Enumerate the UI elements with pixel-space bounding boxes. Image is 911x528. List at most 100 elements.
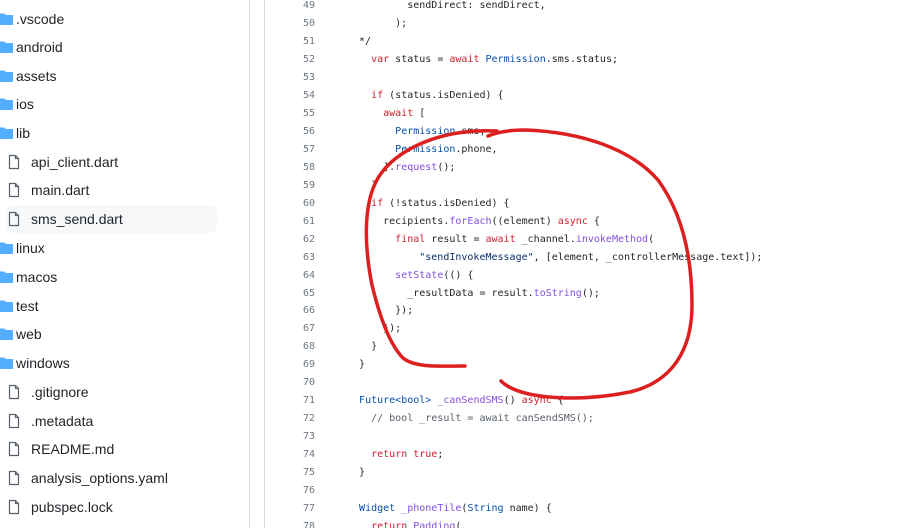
tree-folder-linux[interactable]: linux <box>0 234 45 262</box>
tree-item-label: test <box>16 298 39 314</box>
line-number[interactable]: 61 <box>265 213 315 231</box>
tree-item-label: .metadata <box>31 413 94 429</box>
tree-folder-vscode[interactable]: .vscode <box>0 5 64 33</box>
folder-icon <box>0 269 14 285</box>
tree-file-gitignore[interactable]: .gitignore <box>6 378 89 406</box>
code-line: 55 await [ <box>265 105 911 123</box>
code-text: } <box>347 179 378 191</box>
code-line: 53 <box>265 69 911 87</box>
line-number[interactable]: 64 <box>265 267 315 285</box>
code-text: "sendInvokeMessage", [element, _controll… <box>419 251 763 263</box>
file-tree: .vscode android assets ios lib api_client.dar… <box>0 0 250 528</box>
line-number[interactable]: 56 <box>265 123 315 141</box>
line-number[interactable]: 53 <box>265 69 315 87</box>
line-number[interactable]: 78 <box>265 518 315 528</box>
code-line: 67 }); <box>265 320 911 338</box>
tree-item-label: ios <box>16 96 34 112</box>
code-text: sendDirect: sendDirect, <box>347 0 546 11</box>
code-line: 68 } <box>265 338 911 356</box>
tree-item-label: android <box>16 39 63 55</box>
code-line: 70 <box>265 374 911 392</box>
line-number[interactable]: 62 <box>265 231 315 249</box>
folder-icon <box>0 39 14 55</box>
folder-icon <box>0 355 14 371</box>
code-text: var status = await Permission.sms.status… <box>371 53 618 65</box>
code-text: setState(() { <box>395 269 474 281</box>
tree-file-api-client-dart[interactable]: api_client.dart <box>6 148 118 176</box>
file-icon <box>6 384 22 400</box>
line-number[interactable]: 66 <box>265 302 315 320</box>
folder-icon <box>0 326 14 342</box>
file-icon <box>6 470 22 486</box>
tree-file-readme-md[interactable]: README.md <box>6 435 114 463</box>
tree-folder-android[interactable]: android <box>0 33 63 61</box>
line-number[interactable]: 58 <box>265 159 315 177</box>
code-line: 61 recipients.forEach((element) async { <box>265 213 911 231</box>
line-number[interactable]: 76 <box>265 482 315 500</box>
tree-folder-web[interactable]: web <box>0 320 42 348</box>
tree-folder-assets[interactable]: assets <box>0 62 56 90</box>
code-line: 49 sendDirect: sendDirect, <box>265 0 911 15</box>
line-number[interactable]: 75 <box>265 464 315 482</box>
line-number[interactable]: 55 <box>265 105 315 123</box>
code-line: 51 */ <box>265 33 911 51</box>
line-number[interactable]: 77 <box>265 500 315 518</box>
tree-file-metadata[interactable]: .metadata <box>6 407 93 435</box>
tree-folder-ios[interactable]: ios <box>0 90 34 118</box>
code-text: // bool _result = await canSendSMS(); <box>347 413 594 425</box>
tree-item-label: main.dart <box>31 182 90 198</box>
tree-file-analysis-options-yaml[interactable]: analysis_options.yaml <box>6 464 168 492</box>
code-line: 62 final result = await _channel.invokeM… <box>265 231 911 249</box>
line-number[interactable]: 69 <box>265 356 315 374</box>
tree-item-label: sms_send.dart <box>31 211 123 227</box>
line-number[interactable]: 59 <box>265 177 315 195</box>
tree-folder-test[interactable]: test <box>0 292 39 320</box>
folder-icon <box>0 68 14 84</box>
line-number[interactable]: 70 <box>265 374 315 392</box>
tree-folder-macos[interactable]: macos <box>0 263 57 291</box>
tree-file-pubspec-lock[interactable]: pubspec.lock <box>6 493 113 521</box>
code-text: }); <box>347 323 402 335</box>
line-number[interactable]: 73 <box>265 428 315 446</box>
file-icon <box>6 182 22 198</box>
tree-folder-lib[interactable]: lib <box>0 119 30 147</box>
line-number[interactable]: 51 <box>265 33 315 51</box>
line-number[interactable]: 63 <box>265 249 315 267</box>
folder-icon <box>0 11 14 27</box>
code-text: */ <box>347 35 372 47</box>
code-text: if (!status.isDenied) { <box>371 197 510 209</box>
code-line: 65 _resultData = result.toString(); <box>265 285 911 303</box>
code-line: 76 <box>265 482 911 500</box>
line-number[interactable]: 60 <box>265 195 315 213</box>
tree-item-label: macos <box>16 269 58 285</box>
tree-folder-windows[interactable]: windows <box>0 349 70 377</box>
code-text: Permission.phone, <box>395 143 498 155</box>
code-text: return true; <box>371 449 444 461</box>
line-number[interactable]: 65 <box>265 285 315 303</box>
file-icon <box>6 413 22 429</box>
line-number[interactable]: 49 <box>265 0 315 15</box>
code-text: Widget _phoneTile(String name) { <box>359 503 552 515</box>
line-number[interactable]: 74 <box>265 446 315 464</box>
code-line: 71 Future<bool> _canSendSMS() async { <box>265 392 911 410</box>
line-number[interactable]: 54 <box>265 87 315 105</box>
file-icon <box>6 154 22 170</box>
code-line: 57 Permission.phone, <box>265 141 911 159</box>
tree-item-label: .vscode <box>16 11 65 27</box>
code-line: 66 }); <box>265 302 911 320</box>
line-number[interactable]: 57 <box>265 141 315 159</box>
line-number[interactable]: 68 <box>265 338 315 356</box>
code-text: } <box>347 467 366 479</box>
tree-file-sms-send-dart[interactable]: sms_send.dart <box>6 205 217 233</box>
line-number[interactable]: 52 <box>265 51 315 69</box>
folder-icon <box>0 125 14 141</box>
code-line: 58 ].request(); <box>265 159 911 177</box>
line-number[interactable]: 50 <box>265 15 315 33</box>
code-line: 74 return true; <box>265 446 911 464</box>
line-number[interactable]: 71 <box>265 392 315 410</box>
code-line: 59 } <box>265 177 911 195</box>
tree-file-main-dart[interactable]: main.dart <box>6 176 89 204</box>
line-number[interactable]: 67 <box>265 320 315 338</box>
code-text: Permission.sms, <box>395 125 486 137</box>
line-number[interactable]: 72 <box>265 410 315 428</box>
